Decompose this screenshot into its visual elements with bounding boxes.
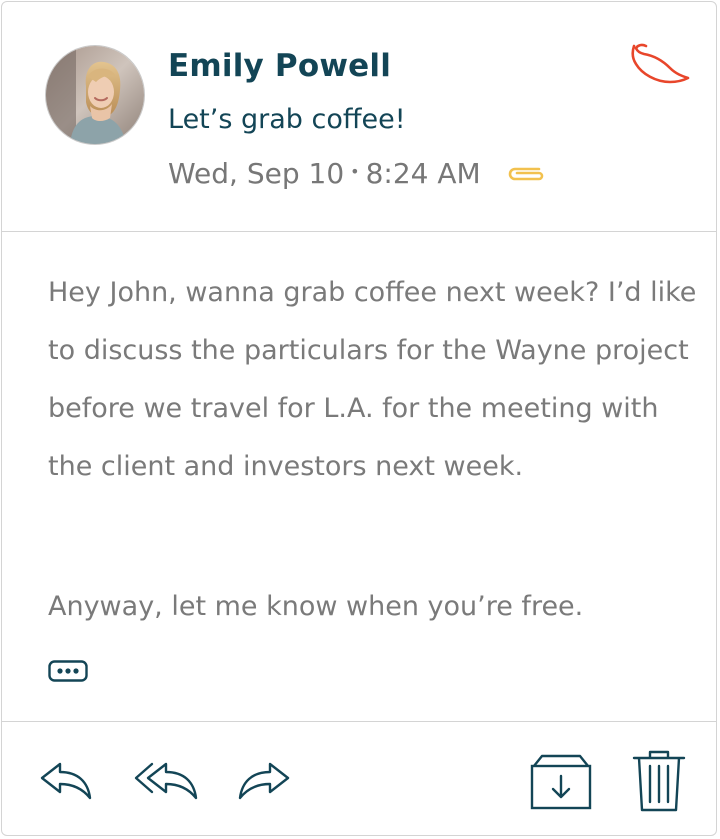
ellipsis-icon[interactable] <box>48 659 88 683</box>
body-paragraph: Hey John, wanna grab coffee next week? I… <box>48 277 697 482</box>
reply-all-icon[interactable] <box>132 758 200 802</box>
email-time: 8:24 AM <box>365 157 481 190</box>
paperclip-icon[interactable] <box>505 163 547 185</box>
email-body: Hey John, wanna grab coffee next week? I… <box>48 264 698 636</box>
forward-icon[interactable] <box>236 758 294 802</box>
email-date: Wed, Sep 10 <box>168 157 345 190</box>
email-subject: Let’s grab coffee! <box>168 104 406 135</box>
avatar[interactable] <box>46 46 144 144</box>
chili-pepper-icon[interactable] <box>626 42 692 92</box>
email-card: Emily Powell Let’s grab coffee! Wed, Sep… <box>1 1 717 836</box>
body-paragraph: Anyway, let me know when you’re free. <box>48 591 584 622</box>
archive-icon[interactable] <box>528 752 594 812</box>
sender-name: Emily Powell <box>168 48 392 84</box>
email-meta: Wed, Sep 10 • 8:24 AM <box>168 157 547 190</box>
trash-icon[interactable] <box>630 746 688 814</box>
avatar-photo <box>46 46 144 144</box>
reply-icon[interactable] <box>38 758 94 802</box>
meta-separator: • <box>350 162 360 181</box>
email-header: Emily Powell Let’s grab coffee! Wed, Sep… <box>2 2 716 232</box>
action-toolbar <box>2 721 716 835</box>
